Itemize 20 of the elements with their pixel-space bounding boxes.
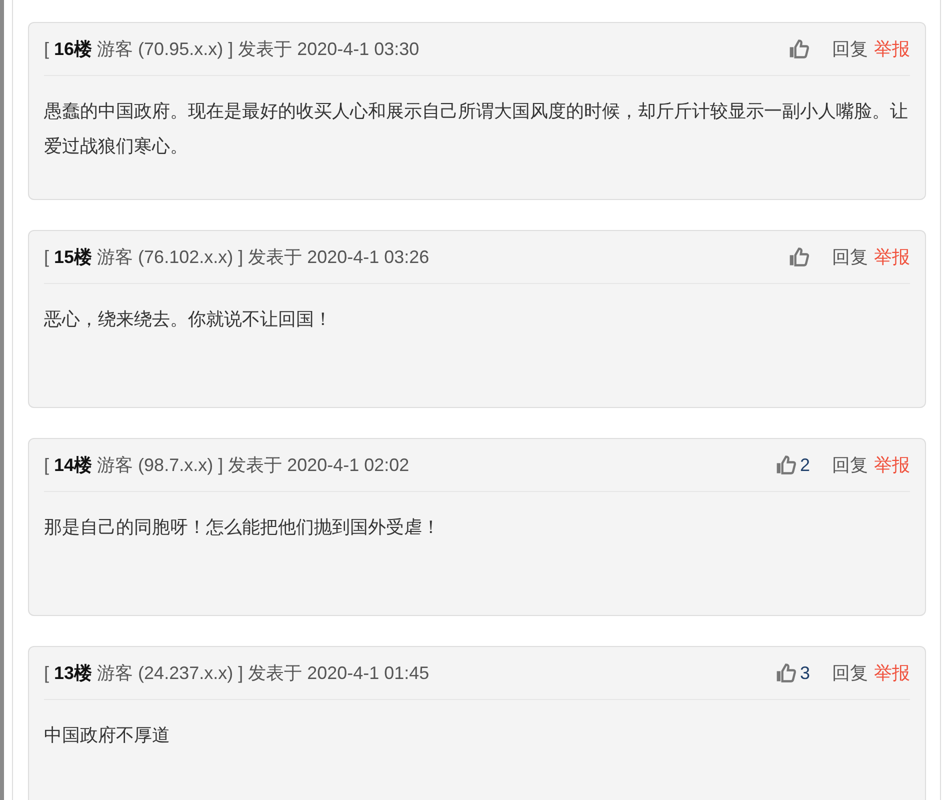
- like-button[interactable]: [788, 246, 810, 268]
- comment-text: 那是自己的同胞呀！怎么能把他们抛到国外受虐！: [44, 516, 441, 539]
- post-header: [ 15楼 游客 (76.102.x.x) ] 发表于 2020-4-1 03:26: [44, 246, 430, 269]
- thumbs-up-icon: [788, 38, 810, 60]
- like-button[interactable]: 2: [774, 454, 810, 476]
- reply-link[interactable]: 回复: [832, 37, 868, 61]
- post-header: [ 13楼 游客 (24.237.x.x) ] 发表于 2020-4-1 01:45: [44, 662, 430, 685]
- thumbs-up-icon: [774, 662, 797, 684]
- thumbs-up-icon: [774, 454, 797, 476]
- thumbs-up-icon: [788, 246, 810, 268]
- reply-link[interactable]: 回复: [832, 661, 868, 685]
- comment-text: 愚蠢的中国政府。现在是最好的收买人心和展示自己所谓大国风度的时候，却斤斤计较显示一副小人嘴脸。让爱过战狼们寒心。: [44, 100, 909, 158]
- reply-link[interactable]: 回复: [832, 245, 868, 269]
- like-button[interactable]: [788, 38, 810, 60]
- comment-text: 中国政府不厚道: [44, 724, 171, 747]
- post-header: [ 16楼 游客 (70.95.x.x) ] 发表于 2020-4-1 03:30: [44, 38, 420, 61]
- comment-text: 恶心，绕来绕去。你就说不让回国！: [44, 308, 333, 331]
- post-header: [ 14楼 游客 (98.7.x.x) ] 发表于 2020-4-1 02:02: [44, 454, 410, 477]
- like-button[interactable]: 3: [774, 662, 810, 684]
- reply-link[interactable]: 回复: [832, 453, 868, 477]
